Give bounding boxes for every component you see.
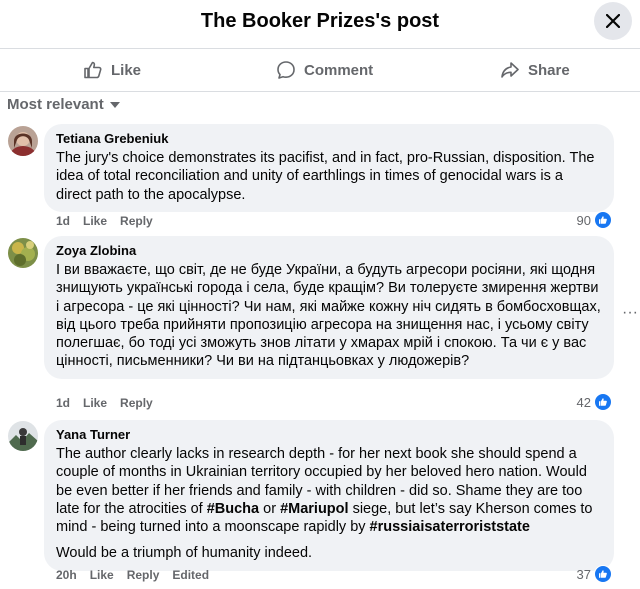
comment-text-paragraph: Would be a triumph of humanity indeed. <box>56 545 313 562</box>
like-reaction-icon <box>594 565 612 583</box>
hashtag-link[interactable]: #Mariupol <box>280 501 348 517</box>
comment-timestamp[interactable]: 20h <box>56 568 77 582</box>
sort-label: Most relevant <box>7 96 104 113</box>
reaction-count: 90 <box>576 212 591 228</box>
comment-reactions[interactable]: 42 <box>577 393 612 411</box>
more-options-icon[interactable]: ··· <box>622 304 638 322</box>
comment-author[interactable]: Yana Turner <box>56 426 602 443</box>
edited-label[interactable]: Edited <box>172 568 209 582</box>
avatar-photo-icon <box>8 126 38 156</box>
comment-like-link[interactable]: Like <box>83 214 107 228</box>
avatar[interactable] <box>8 238 38 268</box>
comment-text: І ви вважаєте, що світ, де не буде Украї… <box>56 262 601 370</box>
comment-reply-link[interactable]: Reply <box>120 396 153 410</box>
like-reaction-icon <box>594 211 612 229</box>
comment-button[interactable]: Comment <box>276 60 373 80</box>
reaction-count: 42 <box>576 394 591 410</box>
comment-reply-link[interactable]: Reply <box>120 214 153 228</box>
action-bar-divider <box>0 91 640 92</box>
hashtag-link[interactable]: #Bucha <box>207 501 259 517</box>
comment-like-link[interactable]: Like <box>90 568 114 582</box>
thumbs-up-icon <box>84 61 102 79</box>
comment-like-link[interactable]: Like <box>83 396 107 410</box>
like-button-label: Like <box>111 61 142 79</box>
comment-bubble: Zoya Zlobina І ви вважаєте, що світ, де … <box>44 236 614 379</box>
header-divider <box>0 48 640 49</box>
close-button[interactable] <box>594 2 632 40</box>
comment-meta: 1d Like Reply <box>56 396 153 410</box>
page-title: The Booker Prizes's post <box>200 10 440 32</box>
close-icon <box>606 14 620 28</box>
share-button[interactable]: Share <box>500 60 570 80</box>
comment-text-part: or <box>259 500 281 517</box>
comment-timestamp[interactable]: 1d <box>56 214 70 228</box>
comment-reactions[interactable]: 90 <box>577 211 612 229</box>
comment-author[interactable]: Tetiana Grebeniuk <box>56 130 602 147</box>
post-header: The Booker Prizes's post <box>0 0 640 46</box>
share-button-label: Share <box>528 61 570 79</box>
comment-reply-link[interactable]: Reply <box>127 568 160 582</box>
like-reaction-icon <box>594 393 612 411</box>
comment-bubble-icon <box>277 61 295 79</box>
comment-reactions[interactable]: 37 <box>577 565 612 583</box>
caret-down-icon <box>109 101 120 108</box>
hashtag-link[interactable]: #russiaisaterroriststate <box>370 519 530 535</box>
share-arrow-icon <box>501 62 519 78</box>
comment-bubble: Tetiana Grebeniuk The jury's choice demo… <box>44 124 614 212</box>
avatar-photo-icon <box>8 238 38 268</box>
avatar-photo-icon <box>8 421 38 451</box>
comment-button-label: Comment <box>304 61 374 79</box>
comment-sort-dropdown[interactable]: Most relevant <box>7 96 120 113</box>
comment-bubble: Yana Turner The author clearly lacks in … <box>44 420 614 571</box>
avatar[interactable] <box>8 421 38 451</box>
comment-author[interactable]: Zoya Zlobina <box>56 242 602 259</box>
reaction-count: 37 <box>576 566 591 582</box>
comment-text: The author clearly lacks in research dep… <box>56 445 602 563</box>
comment-timestamp[interactable]: 1d <box>56 396 70 410</box>
comment-meta: 1d Like Reply <box>56 214 153 228</box>
comment-text: The jury's choice demonstrates its pacif… <box>56 150 595 203</box>
comment-meta: 20h Like Reply Edited <box>56 568 209 582</box>
like-button[interactable]: Like <box>83 60 141 80</box>
avatar[interactable] <box>8 126 38 156</box>
post-action-bar: Like Comment Share <box>0 50 640 92</box>
